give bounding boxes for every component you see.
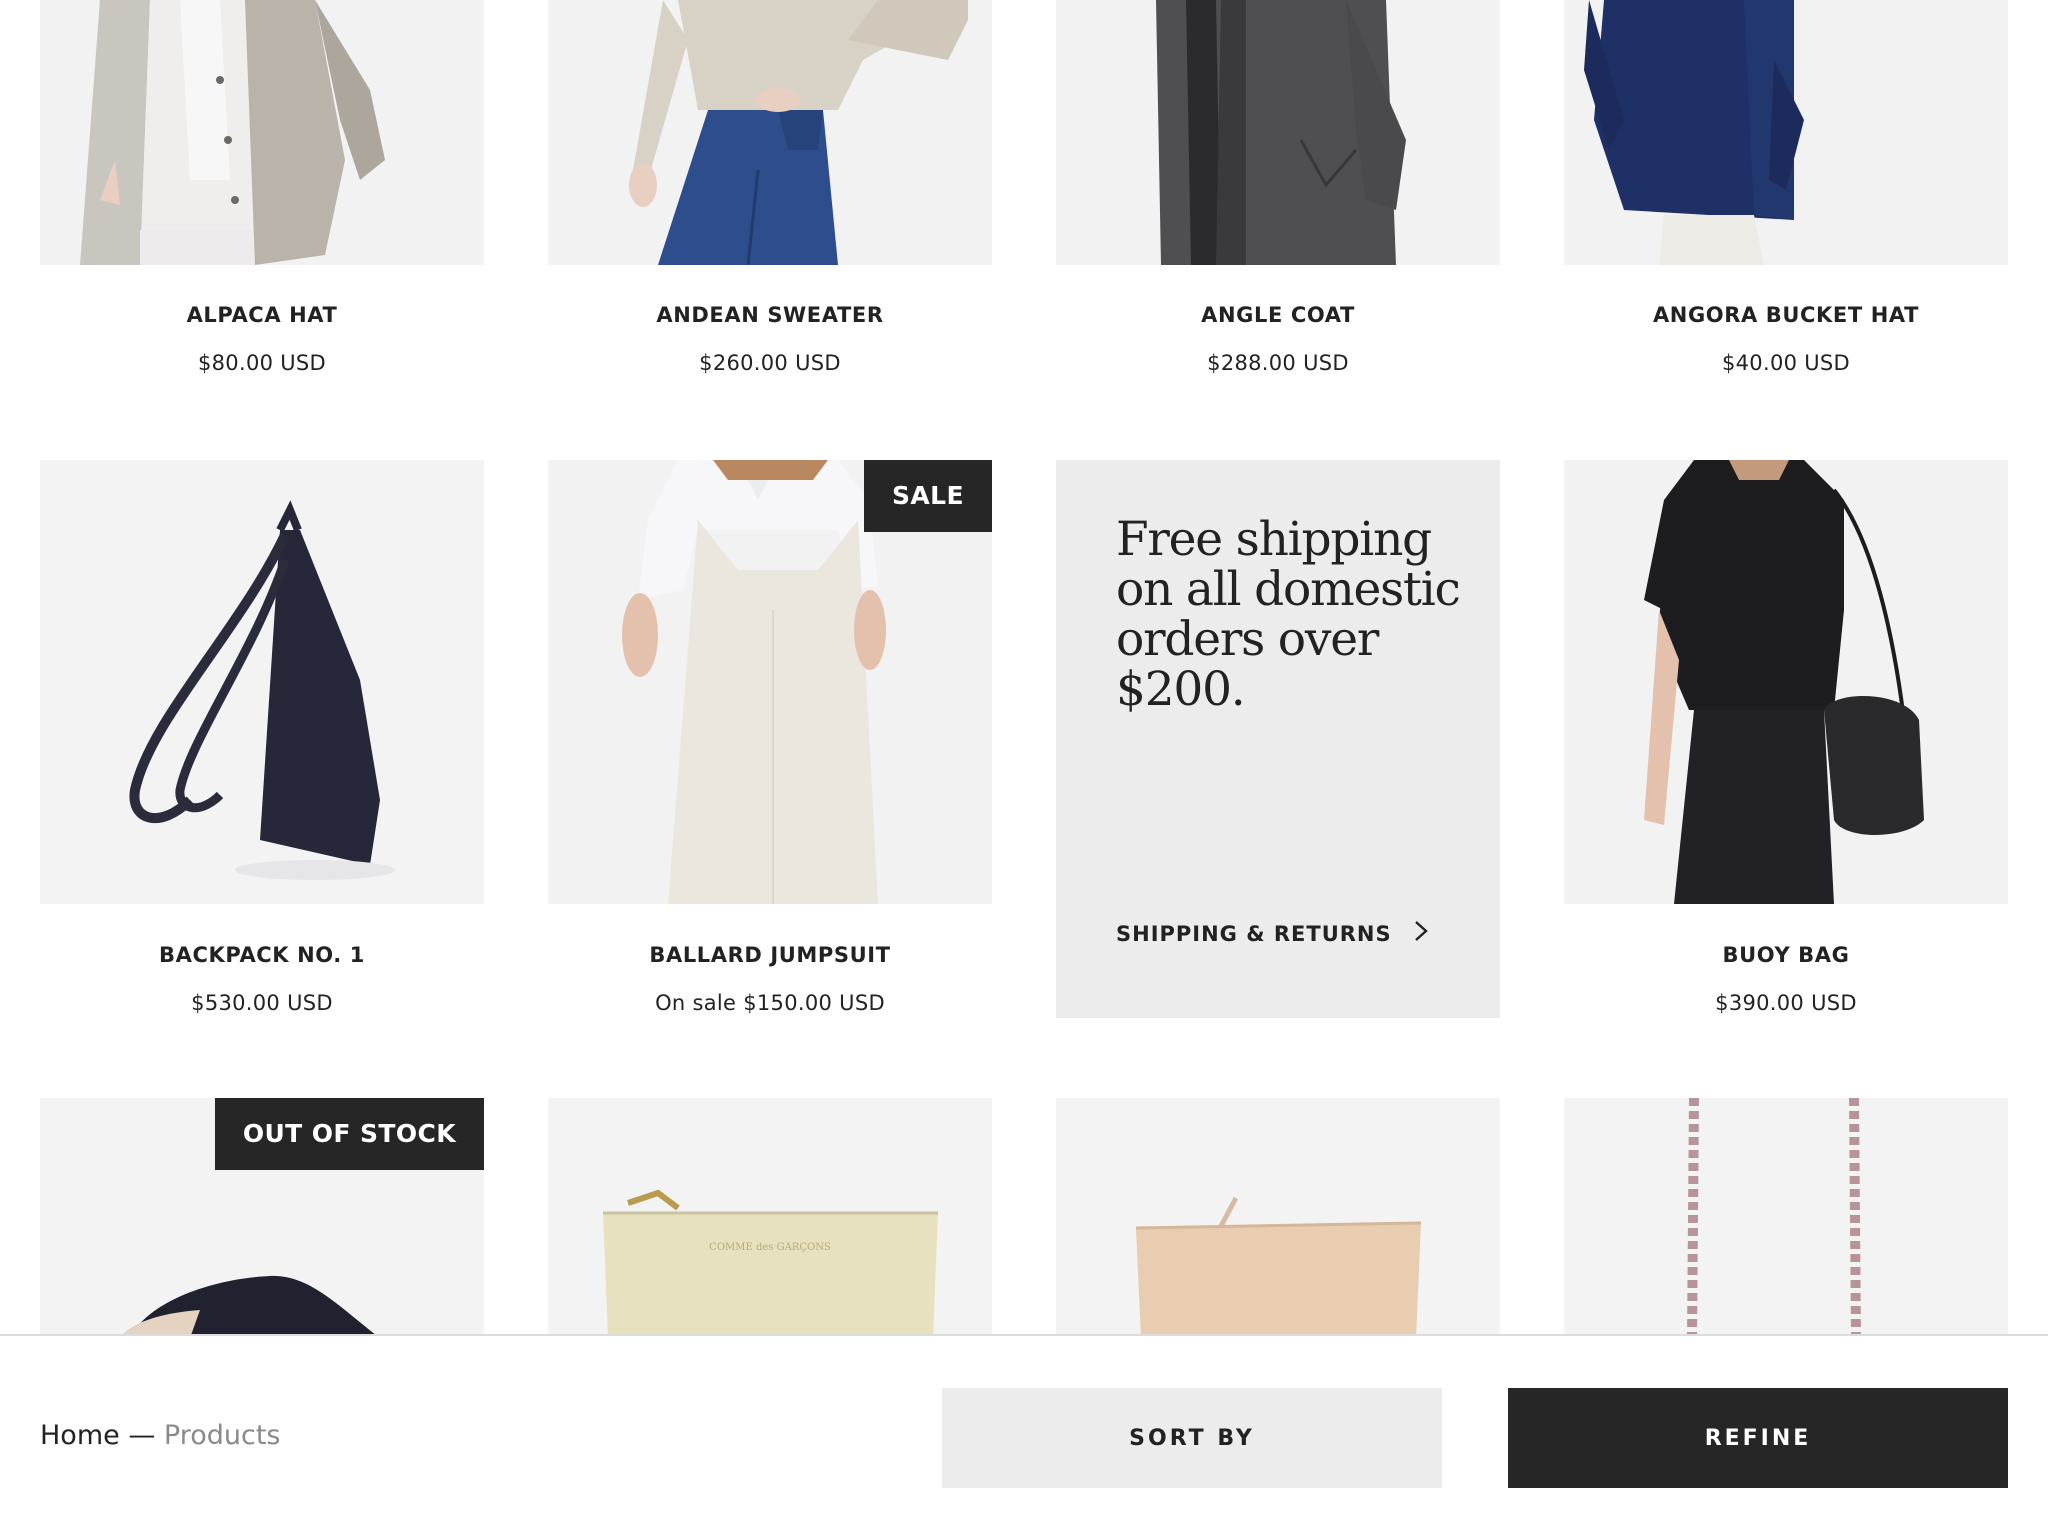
product-price: $260.00 USD (699, 351, 841, 375)
product-card-andean-sweater[interactable]: ANDEAN SWEATER $260.00 USD (548, 0, 992, 400)
breadcrumb-home[interactable]: Home (40, 1420, 120, 1451)
out-of-stock-badge: OUT OF STOCK (214, 1098, 484, 1170)
product-card-row3-3[interactable] (1056, 1098, 1500, 1338)
product-image[interactable] (548, 0, 992, 265)
product-title[interactable]: BUOY BAG (1564, 943, 2008, 967)
product-card-angle-coat[interactable]: ANGLE COAT $288.00 USD (1056, 0, 1500, 400)
bottom-toolbar: Home — Products SORT BY REFINE (0, 1334, 2048, 1538)
promo-headline: Free shipping on all domestic orders ove… (1116, 512, 1461, 717)
product-title[interactable]: BACKPACK NO. 1 (40, 943, 484, 967)
product-image[interactable]: COMME des GARÇONS (548, 1098, 992, 1338)
product-image[interactable] (1056, 1098, 1500, 1338)
product-image[interactable] (1564, 0, 2008, 265)
product-image[interactable] (1564, 460, 2008, 904)
product-grid: ALPACA HAT $80.00 USD ANDEAN SWEATER $26… (0, 0, 2048, 1536)
product-card-buoy-bag[interactable]: BUOY BAG $390.00 USD (1564, 460, 2008, 1050)
product-title[interactable]: ALPACA HAT (40, 303, 484, 327)
product-title[interactable]: BALLARD JUMPSUIT (548, 943, 992, 967)
product-card-angora-bucket-hat[interactable]: ANGORA BUCKET HAT $40.00 USD (1564, 0, 2008, 400)
refine-button[interactable]: REFINE (1508, 1388, 2008, 1488)
product-price: $390.00 USD (1715, 991, 1857, 1015)
sort-by-button[interactable]: SORT BY (942, 1388, 1442, 1488)
chevron-right-icon[interactable] (1414, 920, 1428, 947)
product-price: On sale $150.00 USD (655, 991, 885, 1015)
product-price: $530.00 USD (191, 991, 333, 1015)
product-image[interactable] (40, 0, 484, 265)
promo-tile: Free shipping on all domestic orders ove… (1056, 460, 1500, 1018)
breadcrumb-separator: — (119, 1420, 164, 1451)
product-card-row3-4[interactable] (1564, 1098, 2008, 1338)
sale-badge: SALE (864, 460, 992, 532)
product-card-ballard-jumpsuit[interactable]: SALE BALLARD JUMPSUIT On sale $150.00 US… (548, 460, 992, 1050)
product-card-backpack-no-1[interactable]: BACKPACK NO. 1 $530.00 USD (40, 460, 484, 1050)
product-title[interactable]: ANGLE COAT (1056, 303, 1500, 327)
product-card-row3-1[interactable]: OUT OF STOCK (40, 1098, 484, 1338)
breadcrumb-current: Products (163, 1420, 281, 1451)
product-title[interactable]: ANDEAN SWEATER (548, 303, 992, 327)
brand-print: COMME des GARÇONS (709, 1242, 831, 1253)
product-card-row3-2[interactable]: COMME des GARÇONS (548, 1098, 992, 1338)
product-price: $288.00 USD (1207, 351, 1349, 375)
product-card-alpaca-hat[interactable]: ALPACA HAT $80.00 USD (40, 0, 484, 400)
product-title[interactable]: ANGORA BUCKET HAT (1564, 303, 2008, 327)
product-price: $80.00 USD (197, 351, 327, 375)
product-image[interactable] (1564, 1098, 2008, 1338)
shipping-returns-link[interactable]: SHIPPING & RETURNS (1116, 920, 1428, 947)
product-image[interactable] (1056, 0, 1500, 265)
product-price: $40.00 USD (1721, 351, 1851, 375)
breadcrumb: Home — Products (40, 1420, 281, 1451)
shipping-returns-label[interactable]: SHIPPING & RETURNS (1116, 922, 1392, 946)
product-image[interactable] (40, 460, 484, 904)
